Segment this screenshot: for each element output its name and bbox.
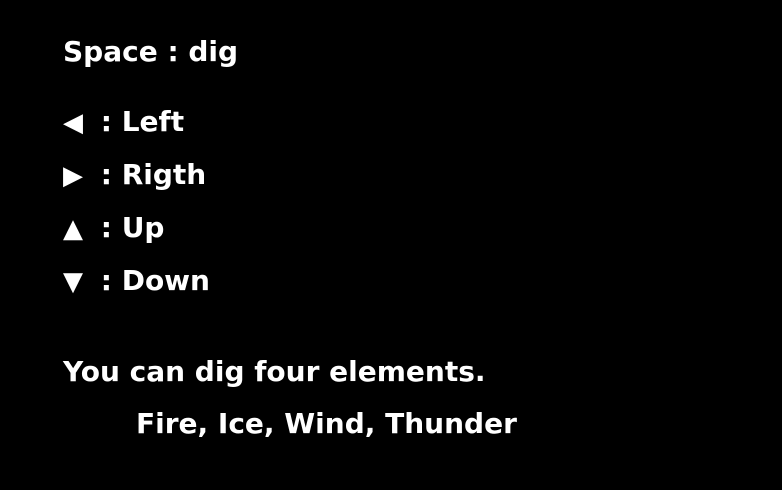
down-label: : Down (100, 264, 210, 297)
right-label: : Rigth (100, 158, 207, 191)
left-label: : Left (100, 105, 185, 138)
right-instruction: ▶ : Rigth (63, 158, 207, 191)
up-instruction: ▲ : Up (63, 211, 165, 244)
up-arrow-icon: ▲ (63, 214, 83, 244)
down-instruction: ▼ : Down (63, 264, 210, 297)
up-label: : Up (100, 211, 165, 244)
down-arrow-icon: ▼ (63, 267, 83, 297)
dig-instruction: Space : dig (63, 35, 239, 68)
left-instruction: ◀ : Left (63, 105, 185, 138)
left-arrow-icon: ◀ (63, 108, 83, 138)
elements-list: Fire, Ice, Wind, Thunder (136, 407, 517, 440)
right-arrow-icon: ▶ (63, 161, 83, 191)
help-screen: Space : dig ◀ : Left ▶ : Rigth ▲ : Up ▼ … (0, 0, 782, 490)
elements-intro: You can dig four elements. (63, 355, 486, 388)
